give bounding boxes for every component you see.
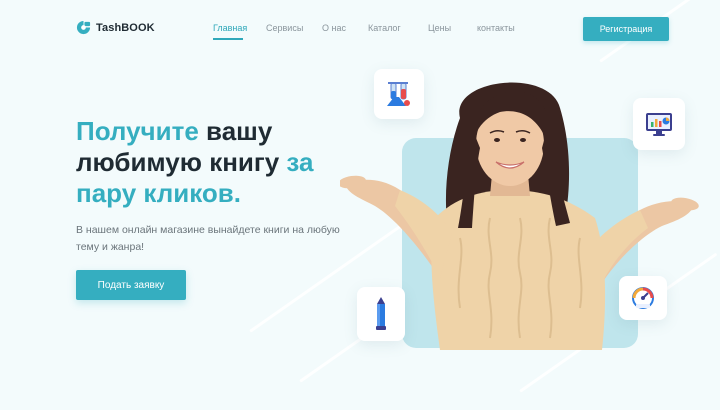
monitor-chart-icon: [646, 113, 672, 136]
lab-card: [374, 69, 424, 119]
pencil-card: [357, 287, 405, 341]
logo[interactable]: TashBOOK: [76, 20, 155, 35]
submit-request-button[interactable]: Подать заявку: [76, 270, 186, 300]
speedometer-icon: [632, 287, 654, 309]
nav-item-contacts[interactable]: контакты: [477, 23, 515, 33]
site-header: TashBOOK Главная Сервисы О нас Каталог Ц…: [0, 0, 720, 58]
headline-accent-3: пару кликов.: [76, 178, 241, 208]
logo-icon: [76, 20, 91, 35]
nav-item-prices[interactable]: Цены: [428, 23, 451, 33]
hero-description: В нашем онлайн магазине вынайдете книги …: [76, 224, 340, 253]
nav-item-home[interactable]: Главная: [213, 23, 247, 33]
speed-card: [619, 276, 667, 320]
logo-text: TashBOOK: [96, 21, 155, 34]
lab-flasks-icon: [387, 82, 410, 106]
nav-item-catalog[interactable]: Каталог: [368, 23, 401, 33]
hero-headline: Получите вашу любимую книгу за пару клик…: [76, 116, 366, 209]
headline-accent-1: Получите: [76, 116, 199, 146]
headline-accent-2: за: [286, 147, 314, 177]
analytics-card: [633, 98, 685, 150]
pencil-icon: [376, 297, 386, 330]
register-button[interactable]: Регистрация: [583, 17, 669, 41]
headline-text-1: вашу: [198, 116, 273, 146]
headline-text-2: любимую книгу: [76, 147, 287, 177]
nav-item-about[interactable]: О нас: [322, 23, 346, 33]
nav-item-services[interactable]: Сервисы: [266, 23, 303, 33]
active-nav-indicator: [213, 38, 243, 40]
